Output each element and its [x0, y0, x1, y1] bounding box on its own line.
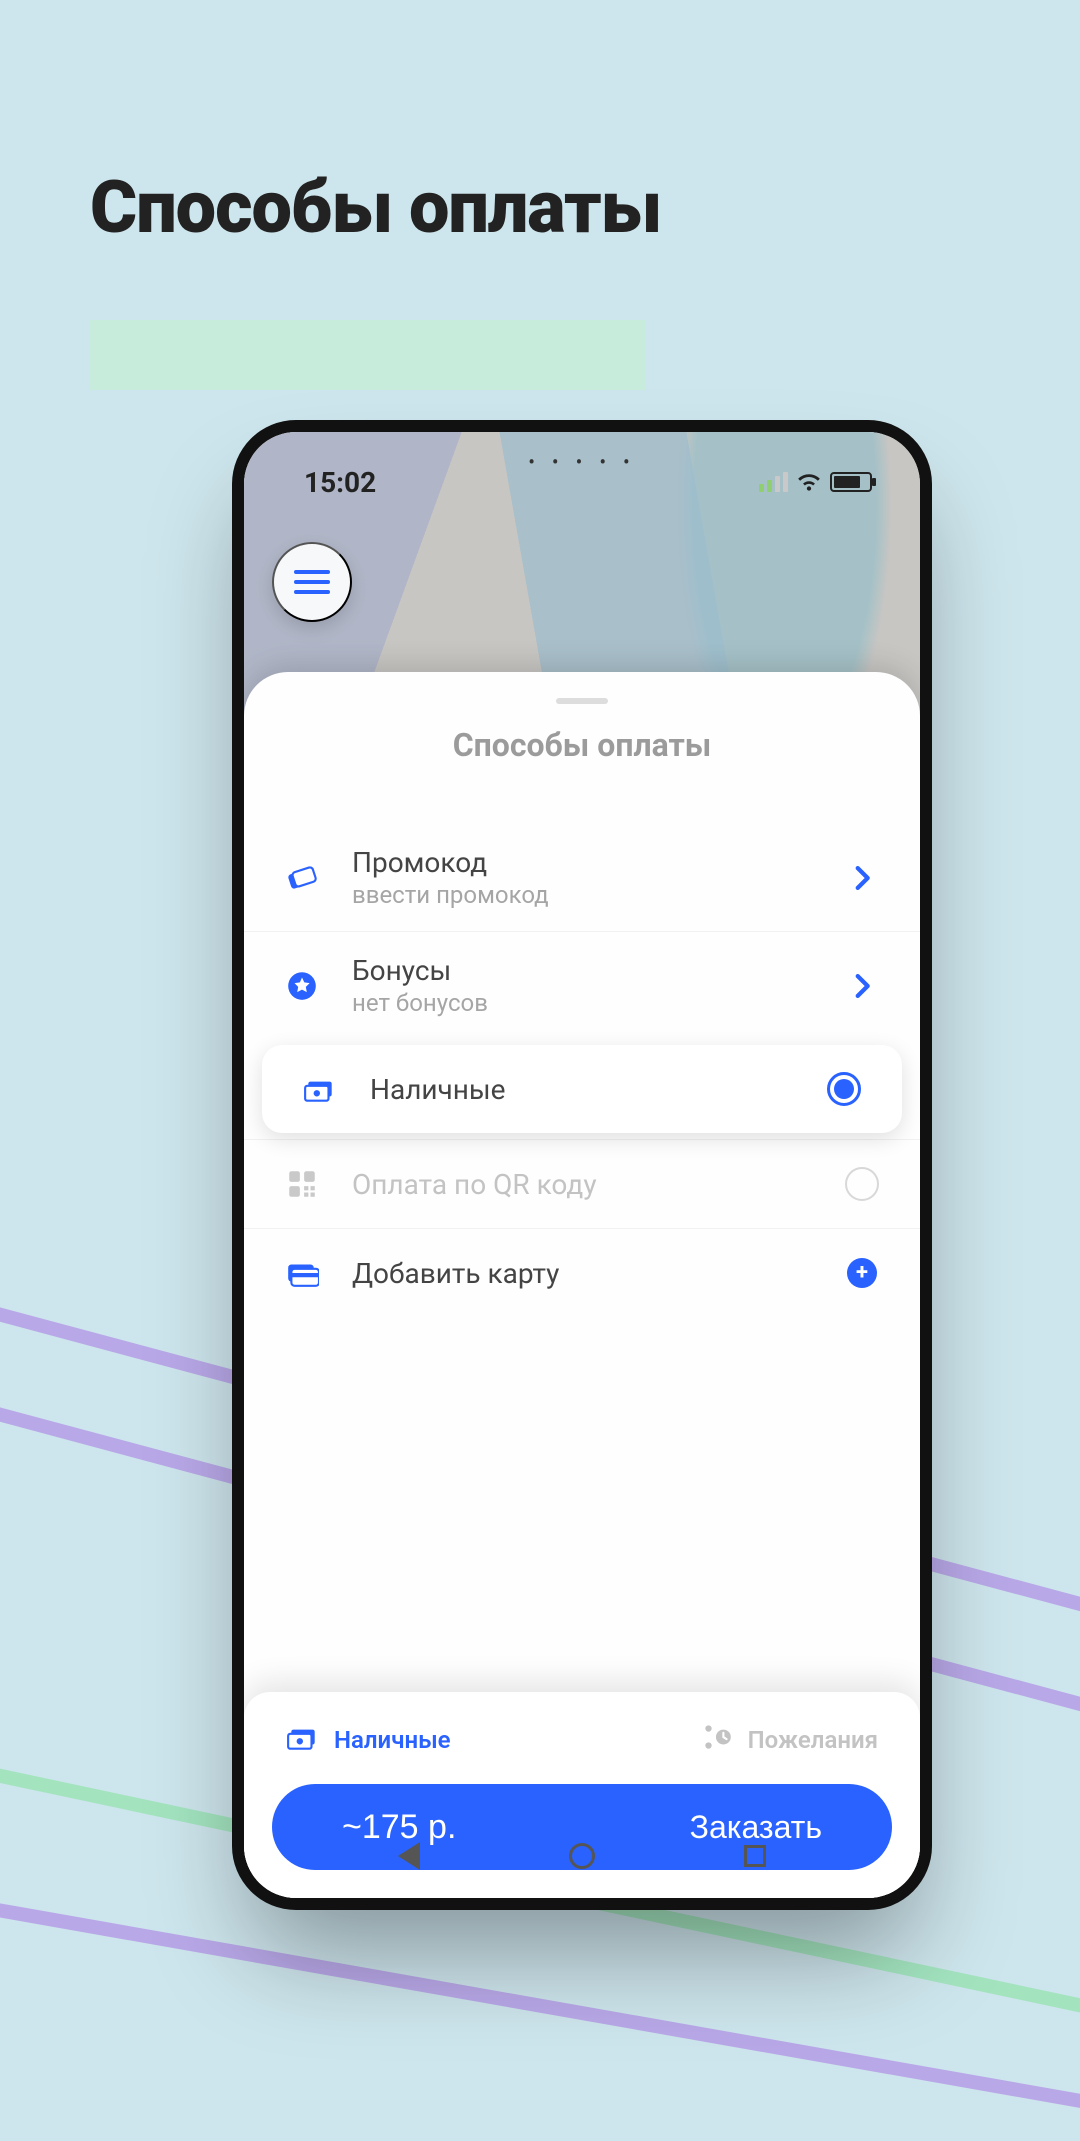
- row-subtitle: нет бонусов: [352, 989, 812, 1017]
- cash-icon: [298, 1067, 342, 1111]
- row-title: Промокод: [352, 846, 812, 879]
- signal-icon: [759, 472, 788, 492]
- wifi-icon: [796, 466, 822, 499]
- android-navbar: [244, 1826, 920, 1886]
- card-icon: [280, 1251, 324, 1295]
- nav-home-icon[interactable]: [569, 1843, 595, 1869]
- decor-highlight-bar: [90, 320, 645, 390]
- footer-cash-label: Наличные: [334, 1726, 451, 1754]
- row-title: Оплата по QR коду: [352, 1168, 812, 1201]
- wishes-icon: [700, 1720, 734, 1760]
- status-bar: 15:02: [244, 454, 920, 510]
- status-time: 15:02: [304, 466, 376, 499]
- battery-icon: [830, 472, 872, 492]
- footer-payment-method[interactable]: Наличные: [286, 1720, 451, 1760]
- device-frame: • • • • • 15:02 Способы оплаты: [232, 420, 932, 1910]
- status-right: [759, 466, 872, 499]
- promo-icon: [280, 856, 324, 900]
- drag-handle[interactable]: [556, 698, 608, 704]
- row-title: Бонусы: [352, 954, 812, 987]
- footer-wishes[interactable]: Пожелания: [700, 1720, 878, 1760]
- page-title: Способы оплаты: [90, 165, 661, 250]
- row-subtitle: ввести промокод: [352, 881, 812, 909]
- payment-sheet: Способы оплаты Промокод ввести промокод: [244, 672, 920, 1898]
- plus-icon[interactable]: +: [840, 1251, 884, 1295]
- chevron-right-icon: [840, 964, 884, 1008]
- row-cash[interactable]: Наличные: [262, 1045, 902, 1133]
- radio-unselected[interactable]: [840, 1162, 884, 1206]
- row-bonuses[interactable]: Бонусы нет бонусов: [244, 931, 920, 1039]
- sheet-title: Способы оплаты: [244, 726, 920, 764]
- device-screen: • • • • • 15:02 Способы оплаты: [244, 432, 920, 1898]
- row-promocode[interactable]: Промокод ввести промокод: [244, 824, 920, 931]
- chevron-right-icon: [840, 856, 884, 900]
- nav-back-icon[interactable]: [398, 1842, 420, 1870]
- row-qr[interactable]: Оплата по QR коду: [244, 1139, 920, 1228]
- nav-recent-icon[interactable]: [744, 1845, 766, 1867]
- row-add-card[interactable]: Добавить карту +: [244, 1228, 920, 1317]
- radio-selected[interactable]: [822, 1067, 866, 1111]
- star-icon: [280, 964, 324, 1008]
- footer-wishes-label: Пожелания: [748, 1726, 878, 1754]
- menu-button[interactable]: [272, 542, 352, 622]
- row-title: Добавить карту: [352, 1257, 812, 1290]
- qr-icon: [280, 1162, 324, 1206]
- row-title: Наличные: [370, 1073, 794, 1106]
- cash-icon: [286, 1720, 320, 1760]
